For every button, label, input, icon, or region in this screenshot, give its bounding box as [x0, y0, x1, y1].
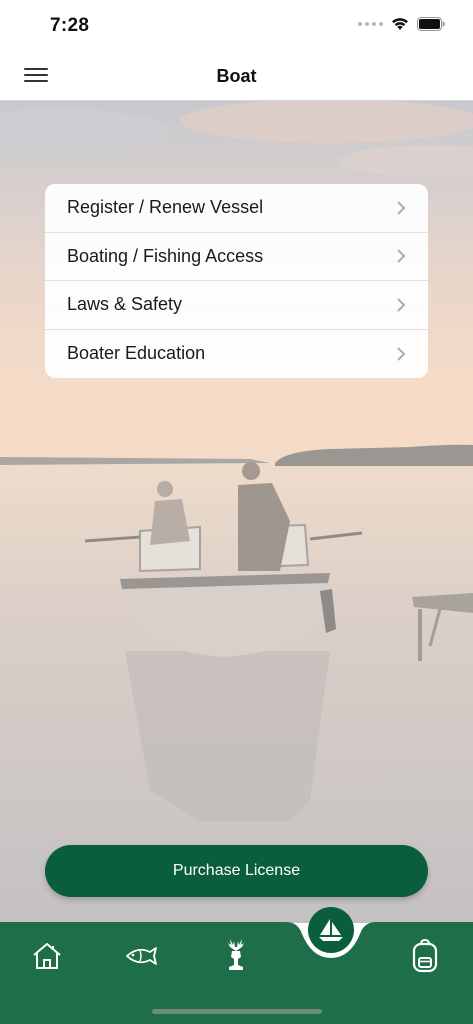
menu-item-label: Boating / Fishing Access: [67, 245, 264, 266]
tab-gear[interactable]: [403, 934, 447, 978]
tab-boat-active[interactable]: [308, 907, 354, 953]
page-title: Boat: [216, 66, 257, 86]
tab-fish[interactable]: [119, 934, 163, 978]
status-time: 7:28: [50, 15, 90, 36]
fish-icon: [126, 947, 157, 965]
boating-fishing-access-item[interactable]: Boating / Fishing Access: [45, 233, 428, 281]
backpack-icon: [412, 939, 438, 973]
boater-education-item[interactable]: Boater Education: [45, 330, 428, 379]
menu-item-label: Boater Education: [67, 343, 206, 364]
wifi-icon: [392, 18, 408, 30]
deer-icon: [228, 939, 244, 970]
status-bar: 7:28: [0, 0, 473, 52]
signal-icon: [358, 22, 383, 26]
tab-home[interactable]: [25, 934, 69, 978]
chevron-right-icon: [397, 298, 406, 312]
chevron-right-icon: [397, 201, 406, 215]
laws-safety-item[interactable]: Laws & Safety: [45, 281, 428, 330]
battery-icon: [417, 17, 445, 31]
boat-menu-list: Register / Renew Vessel Boating / Fishin…: [45, 184, 428, 378]
purchase-license-button[interactable]: Purchase License: [45, 845, 428, 897]
home-indicator: [152, 1009, 322, 1014]
sailboat-icon: [319, 919, 343, 941]
status-icons: [358, 17, 445, 31]
register-renew-vessel-item[interactable]: Register / Renew Vessel: [45, 184, 428, 233]
home-icon: [33, 943, 61, 969]
chevron-right-icon: [397, 249, 406, 263]
menu-item-label: Register / Renew Vessel: [67, 197, 264, 218]
menu-item-label: Laws & Safety: [67, 294, 183, 315]
chevron-right-icon: [397, 347, 406, 361]
tab-hunt[interactable]: [214, 932, 258, 976]
navigation-bar: Boat: [0, 52, 473, 101]
